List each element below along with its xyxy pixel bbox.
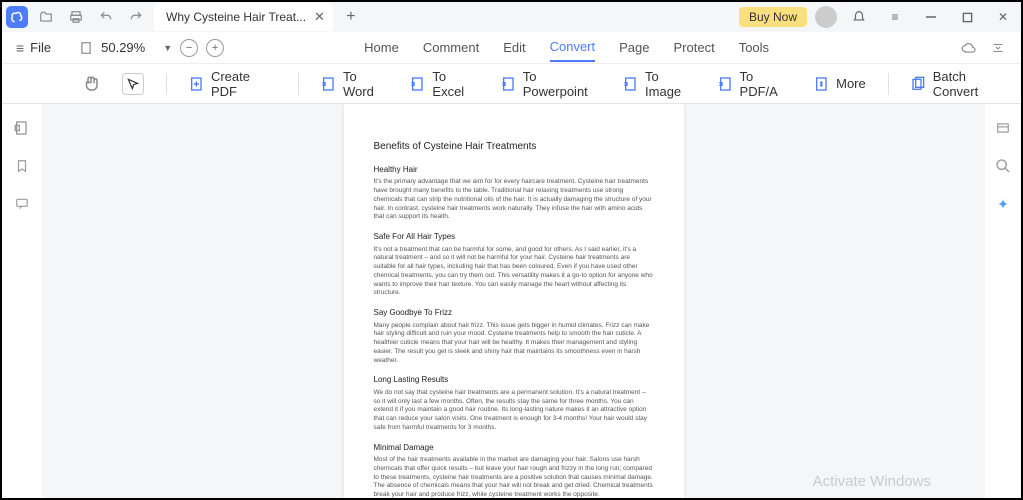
search-icon[interactable] bbox=[993, 156, 1013, 176]
pdf-page: Benefits of Cysteine Hair Treatments Hea… bbox=[344, 104, 684, 498]
file-menu-button[interactable]: ≡ File bbox=[8, 36, 59, 60]
section-body: It's not a treatment that can be harmful… bbox=[374, 246, 654, 299]
document-tab[interactable]: Why Cysteine Hair Treat... ✕ bbox=[154, 3, 333, 31]
properties-icon[interactable] bbox=[993, 118, 1013, 138]
cloud-icon[interactable] bbox=[959, 41, 977, 55]
menu-tab-tools[interactable]: Tools bbox=[739, 34, 769, 61]
menu-tab-protect[interactable]: Protect bbox=[674, 34, 715, 61]
section-heading: Minimal Damage bbox=[374, 443, 654, 453]
notifications-icon[interactable] bbox=[845, 5, 873, 29]
section-body: We do not say that cysteine hair treatme… bbox=[374, 389, 654, 433]
to-word-button[interactable]: To Word bbox=[321, 69, 388, 99]
section-body: Many people complain about hair frizz. T… bbox=[374, 322, 654, 366]
ai-assistant-icon[interactable]: ✦ bbox=[993, 194, 1013, 214]
create-pdf-button[interactable]: Create PDF bbox=[189, 69, 276, 99]
section-heading: Long Lasting Results bbox=[374, 375, 654, 385]
document-title: Benefits of Cysteine Hair Treatments bbox=[374, 140, 654, 153]
select-tool-icon[interactable] bbox=[122, 73, 144, 95]
section-body: It's the primary advantage that we aim f… bbox=[374, 178, 654, 222]
file-label: File bbox=[30, 40, 51, 55]
user-avatar-icon[interactable] bbox=[815, 6, 837, 28]
batch-convert-button[interactable]: Batch Convert bbox=[911, 69, 1011, 99]
zoom-in-button[interactable]: + bbox=[206, 39, 224, 57]
menu-tab-edit[interactable]: Edit bbox=[503, 34, 525, 61]
menu-tab-home[interactable]: Home bbox=[364, 34, 399, 61]
bookmark-icon[interactable] bbox=[12, 156, 32, 176]
to-word-icon bbox=[321, 76, 337, 92]
close-tab-icon[interactable]: ✕ bbox=[314, 9, 325, 25]
redo-icon[interactable] bbox=[124, 5, 148, 29]
to-powerpoint-icon bbox=[501, 76, 517, 92]
undo-icon[interactable] bbox=[94, 5, 118, 29]
menu-tab-comment[interactable]: Comment bbox=[423, 34, 479, 61]
tab-title: Why Cysteine Hair Treat... bbox=[166, 10, 306, 24]
hand-tool-icon[interactable] bbox=[82, 75, 100, 93]
section-heading: Healthy Hair bbox=[374, 165, 654, 175]
more-icon bbox=[814, 76, 830, 92]
open-file-icon[interactable] bbox=[34, 5, 58, 29]
section-body: Most of the hair treatments available in… bbox=[374, 456, 654, 498]
zoom-value: 50.29% bbox=[101, 40, 145, 55]
zoom-dropdown-icon[interactable]: ▼ bbox=[163, 43, 172, 53]
minimize-icon[interactable] bbox=[917, 5, 945, 29]
to-excel-icon bbox=[410, 76, 426, 92]
menu-tab-convert[interactable]: Convert bbox=[550, 33, 596, 62]
comments-icon[interactable] bbox=[12, 194, 32, 214]
menu-tab-page[interactable]: Page bbox=[619, 34, 649, 61]
to-image-button[interactable]: To Image bbox=[623, 69, 696, 99]
new-tab-button[interactable]: + bbox=[339, 5, 363, 29]
to-image-icon bbox=[623, 76, 639, 92]
thumbnails-icon[interactable] bbox=[12, 118, 32, 138]
section-heading: Safe For All Hair Types bbox=[374, 232, 654, 242]
menu-icon[interactable]: ≡ bbox=[881, 5, 909, 29]
buy-now-button[interactable]: Buy Now bbox=[739, 7, 807, 27]
maximize-icon[interactable] bbox=[953, 5, 981, 29]
create-pdf-icon bbox=[189, 76, 205, 92]
to-pdfa-icon bbox=[718, 76, 734, 92]
collapse-ribbon-icon[interactable] bbox=[991, 42, 1005, 54]
batch-convert-icon bbox=[911, 76, 927, 92]
zoom-out-button[interactable]: − bbox=[180, 39, 198, 57]
more-button[interactable]: More bbox=[814, 76, 866, 92]
page-mode-icon[interactable] bbox=[79, 40, 93, 56]
hamburger-icon: ≡ bbox=[16, 40, 24, 56]
app-logo-icon bbox=[6, 6, 28, 28]
print-icon[interactable] bbox=[64, 5, 88, 29]
to-powerpoint-button[interactable]: To Powerpoint bbox=[501, 69, 601, 99]
to-excel-button[interactable]: To Excel bbox=[410, 69, 478, 99]
window-close-icon[interactable]: ✕ bbox=[989, 5, 1017, 29]
section-heading: Say Goodbye To Frizz bbox=[374, 308, 654, 318]
document-viewport[interactable]: Benefits of Cysteine Hair Treatments Hea… bbox=[42, 104, 985, 498]
to-pdfa-button[interactable]: To PDF/A bbox=[718, 69, 793, 99]
